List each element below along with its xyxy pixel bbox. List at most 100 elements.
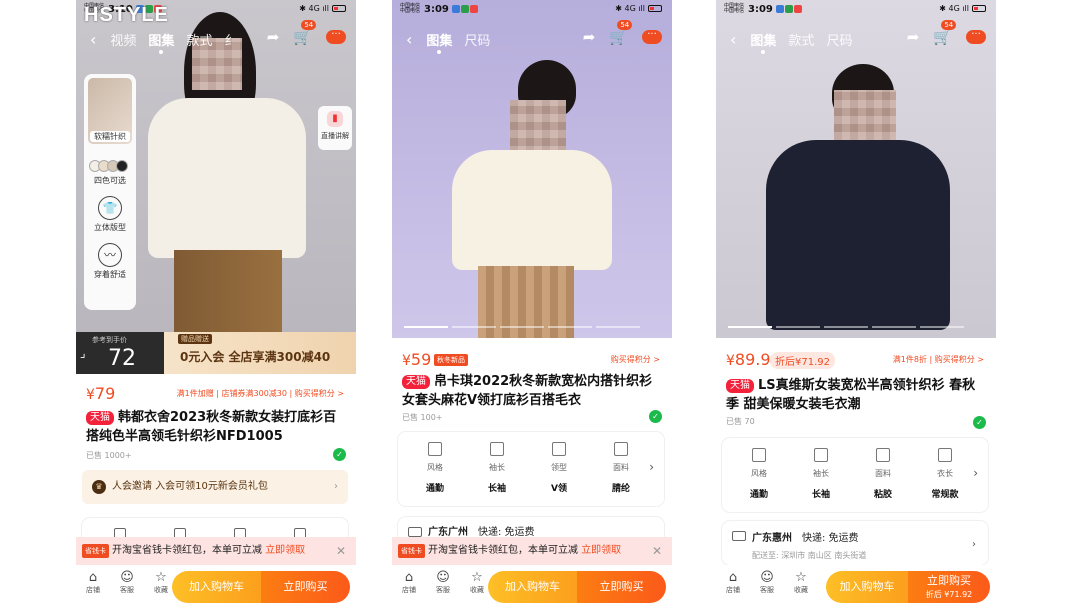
buy-now-button[interactable]: 立即购买: [577, 571, 666, 603]
chevron-right-icon: ›: [334, 481, 338, 492]
spec-length: 衣长 常规款: [914, 448, 976, 512]
favorite-button[interactable]: ☆ 收藏: [788, 571, 814, 595]
tab-gallery[interactable]: 图集: [426, 30, 452, 54]
coupon-link[interactable]: 立即领取: [265, 545, 305, 556]
favorite-button[interactable]: ☆ 收藏: [464, 571, 490, 595]
price-bar: 参考到手价 ⌟ 72 赠品赠送 0元入会 全店享满300减40: [76, 332, 356, 374]
wechat-icon[interactable]: ✓: [973, 416, 986, 429]
coupon-bar[interactable]: 省钱卡 开淘宝省钱卡领红包，本单可立减 立即领取 ✕: [392, 537, 672, 565]
wechat-icon[interactable]: ✓: [649, 410, 662, 423]
close-icon[interactable]: ✕: [336, 537, 346, 565]
feather-icon: 〰: [98, 243, 122, 267]
add-to-cart-button[interactable]: 加入购物车: [826, 571, 908, 603]
price-row: ¥79 满1件加赠 | 店铺券满300减30 | 购买得积分 >: [76, 384, 356, 404]
buy-now-button[interactable]: 立即购买: [261, 571, 350, 603]
tab-style[interactable]: 款式: [186, 30, 212, 49]
bottom-bar: ⌂ 店铺 ☺ 客服 ☆ 收藏 加入购物车 立即购买: [76, 565, 356, 608]
more-icon[interactable]: ···: [966, 30, 986, 44]
price: ¥59: [402, 350, 432, 369]
cart-icon[interactable]: 🛒 54: [293, 20, 317, 46]
battery-icon: [972, 5, 986, 12]
tab-size[interactable]: 尺码: [464, 30, 490, 49]
share-icon[interactable]: ➦: [267, 28, 280, 46]
promo-banner[interactable]: 赠品赠送 0元入会 全店享满300减40: [164, 332, 356, 374]
shipping-info[interactable]: 广东惠州 快递: 免运费 配送至: 深圳市 南山区 南头街道 ›: [722, 521, 988, 565]
tmall-badge: 天猫: [86, 411, 114, 425]
arrow-icon: ⌟: [80, 346, 86, 360]
service-icon: ☺: [120, 570, 134, 585]
shop-icon: ⌂: [728, 570, 738, 585]
add-to-cart-button[interactable]: 加入购物车: [488, 571, 577, 603]
blurred-face: [834, 90, 896, 140]
service-button[interactable]: ☺ 客服: [114, 571, 140, 595]
service-icon: ☺: [436, 570, 450, 585]
add-to-cart-button[interactable]: 加入购物车: [172, 571, 261, 603]
product-screen-2: 中国电信 中国电信 3:09 ✱ 4G ıll ‹ 图集 尺码 ➦ 🛒 54 ··…: [392, 0, 672, 608]
tab-gallery[interactable]: 图集: [148, 30, 174, 54]
shop-button[interactable]: ⌂ 店铺: [80, 571, 106, 595]
wechat-icon[interactable]: ✓: [333, 448, 346, 461]
style-icon: [752, 448, 766, 462]
cart-icon[interactable]: 🛒 54: [933, 20, 957, 46]
share-icon[interactable]: ➦: [583, 28, 596, 46]
price-right-info[interactable]: 购买得积分 >: [611, 354, 660, 365]
style-icon: [428, 442, 442, 456]
promo-tag: 赠品赠送: [178, 334, 212, 344]
chevron-right-icon: ›: [972, 539, 976, 550]
cart-badge: 54: [301, 20, 317, 30]
service-button[interactable]: ☺ 客服: [430, 571, 456, 595]
clock: 3:09: [424, 3, 449, 15]
model-skirt: [174, 250, 282, 338]
price-right-info[interactable]: 满1件加赠 | 店铺券满300减30 | 购买得积分 >: [177, 388, 344, 399]
price-row: ¥59 秋冬新品 购买得积分 >: [392, 350, 672, 370]
member-invite[interactable]: ♛ 人会邀请 入会可领10元新会员礼包 ›: [82, 470, 348, 504]
thumb-label: 软糯针织: [90, 131, 130, 142]
coupon-text: 开淘宝省钱卡领红包，本单可立减: [112, 545, 266, 556]
spec-card[interactable]: 风格 通勤 袖长 长袖 面料 粘胶 衣长 常规款 ›: [722, 438, 988, 512]
tab-partial[interactable]: 纟: [224, 30, 237, 49]
price-right-info[interactable]: 满1件8折 | 购买得积分 >: [893, 354, 984, 365]
fabric-thumbnail[interactable]: 软糯针织: [88, 78, 132, 144]
coupon-bar[interactable]: 省钱卡 开淘宝省钱卡领红包，本单可立减 立即领取 ✕: [76, 537, 356, 565]
more-icon[interactable]: ···: [642, 30, 662, 44]
product-title: 天猫 韩都衣舍2023秋冬新款女装打底衫百搭纯色半高领毛针织衫NFD1005: [86, 410, 337, 444]
action-buttons: 加入购物车 立即购买 折后 ¥71.92: [826, 571, 990, 603]
service-button[interactable]: ☺ 客服: [754, 571, 780, 595]
product-title: 天猫 帛卡琪2022秋冬新款宽松内搭针织衫女套头麻花V领打底衫百搭毛衣: [402, 374, 653, 408]
close-icon[interactable]: ✕: [652, 537, 662, 565]
truck-icon: [408, 527, 422, 537]
watermark-logo: HSTYLE: [84, 4, 169, 26]
collar-icon: [552, 442, 566, 456]
cart-badge: 54: [941, 20, 957, 30]
back-icon[interactable]: ‹: [90, 30, 96, 49]
sold-count: 已售 70: [726, 417, 755, 426]
ship-text: 快递: 免运费: [802, 533, 859, 544]
live-button[interactable]: ▮ 直播讲解: [318, 106, 352, 150]
buy-now-button[interactable]: 立即购买 折后 ¥71.92: [908, 571, 990, 603]
color-swatches[interactable]: [84, 160, 136, 172]
bottom-bar: ⌂ 店铺 ☺ 客服 ☆ 收藏 加入购物车 立即购买: [392, 565, 672, 608]
tab-size[interactable]: 尺码: [826, 30, 852, 49]
back-icon[interactable]: ‹: [730, 30, 736, 49]
cart-icon[interactable]: 🛒 54: [609, 20, 633, 46]
top-nav: ‹ 视频 图集 款式 纟 ➦ 🛒 54 ···: [76, 20, 356, 54]
reference-price: 参考到手价 ⌟ 72: [76, 332, 164, 374]
spec-card[interactable]: 风格 通勤 袖长 长袖 领型 V领 面料 腈纶 ›: [398, 432, 664, 506]
tab-style[interactable]: 款式: [788, 30, 814, 49]
shirt-icon: 👕: [98, 196, 122, 220]
notification-icons: [451, 5, 478, 13]
chevron-right-icon: ›: [649, 460, 654, 474]
coupon-link[interactable]: 立即领取: [581, 545, 621, 556]
spec-fabric: 面料 粘胶: [852, 448, 914, 512]
more-icon[interactable]: ···: [326, 30, 346, 44]
carrier-label: 中国电信 中国电信: [400, 3, 421, 14]
star-icon: ☆: [471, 570, 483, 585]
shop-button[interactable]: ⌂ 店铺: [396, 571, 422, 595]
shop-button[interactable]: ⌂ 店铺: [720, 571, 746, 595]
tab-video[interactable]: 视频: [110, 30, 136, 49]
favorite-button[interactable]: ☆ 收藏: [148, 571, 174, 595]
model-sweater: [452, 150, 612, 270]
back-icon[interactable]: ‹: [406, 30, 412, 49]
share-icon[interactable]: ➦: [907, 28, 920, 46]
tab-gallery[interactable]: 图集: [750, 30, 776, 54]
